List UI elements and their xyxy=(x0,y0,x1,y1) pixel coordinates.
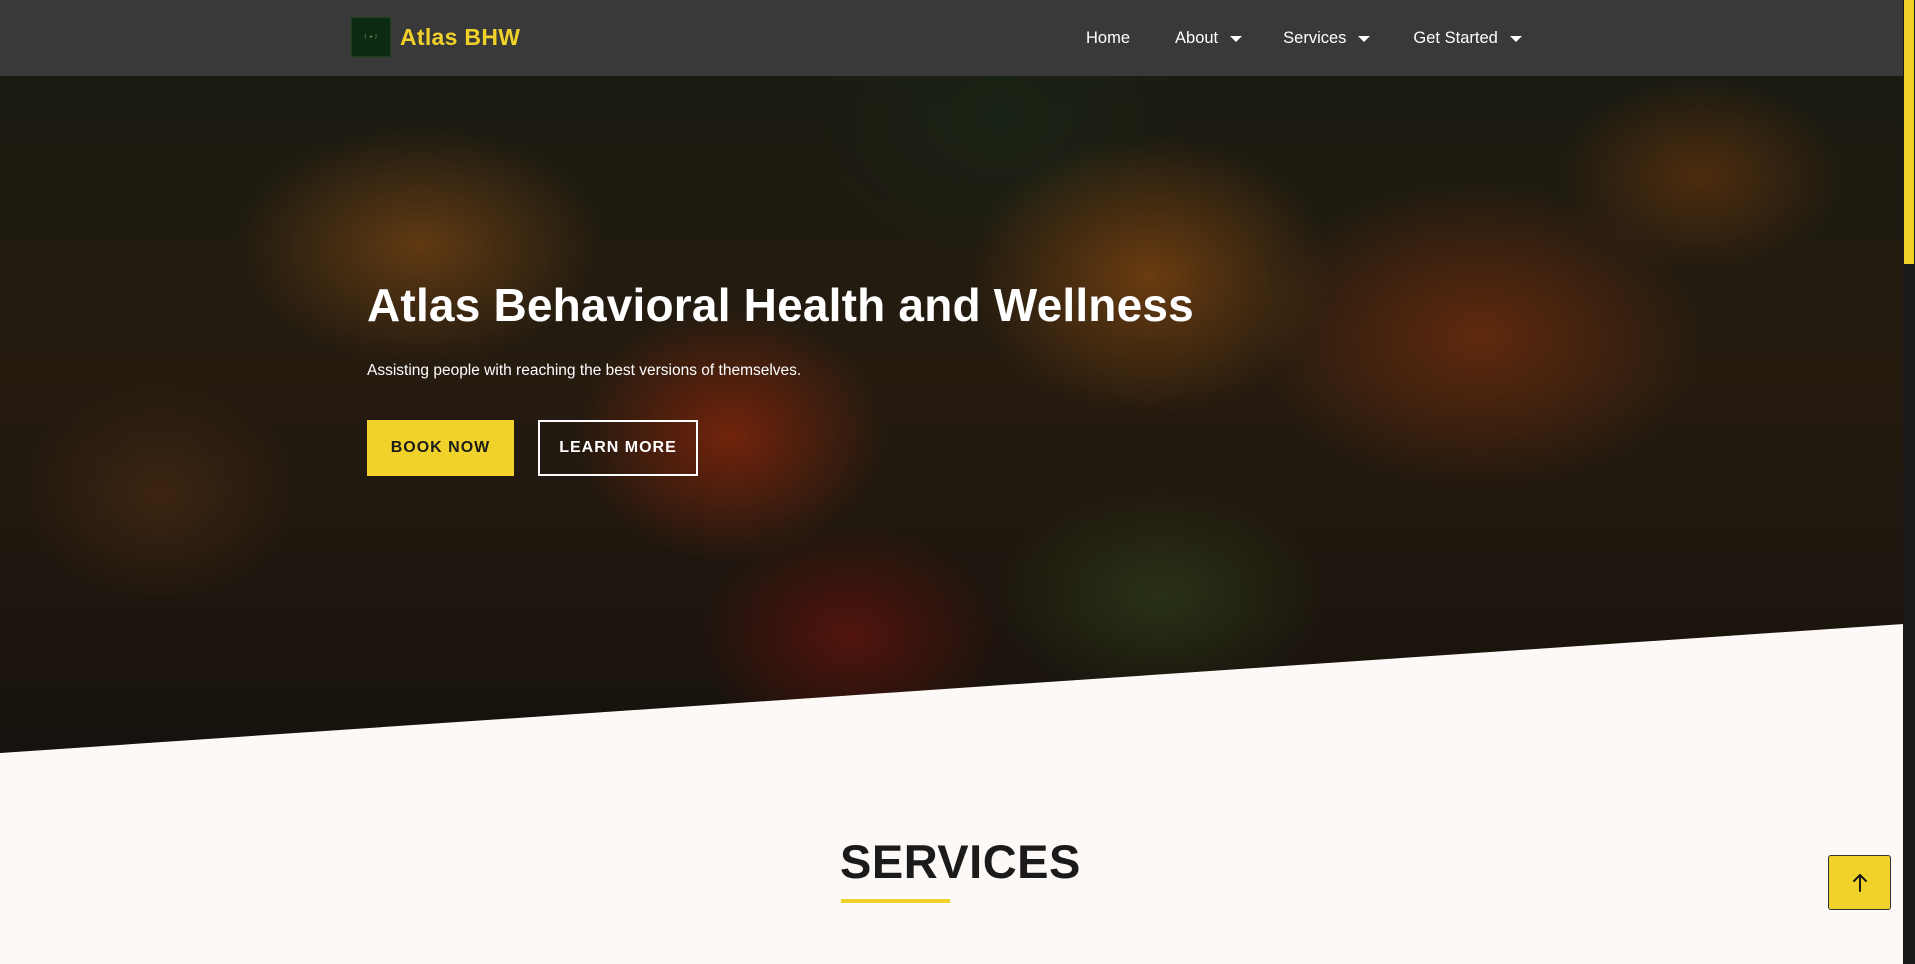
nav-item-get-started[interactable]: Get Started xyxy=(1413,28,1522,48)
scrollbar-thumb[interactable] xyxy=(1904,0,1914,264)
learn-more-button[interactable]: LEARN MORE xyxy=(538,419,698,476)
nav-item-label: Services xyxy=(1283,28,1347,47)
brand-logo: ᚨ • ᚨ xyxy=(351,17,391,57)
nav-item-about[interactable]: About xyxy=(1175,28,1243,48)
hero-subtitle: Assisting people with reaching the best … xyxy=(367,361,802,379)
caret-down-icon xyxy=(1358,36,1371,42)
nav-item-home[interactable]: Home xyxy=(1086,29,1130,48)
caret-down-icon xyxy=(1230,36,1243,42)
nav-item-label: Get Started xyxy=(1413,28,1498,47)
main-nav: Home About Services Get Started xyxy=(1086,0,1522,76)
nav-item-label: About xyxy=(1175,28,1219,47)
back-to-top-button[interactable] xyxy=(1828,855,1891,910)
arrow-up-icon xyxy=(1852,873,1867,892)
brand-name: Atlas BHW xyxy=(400,23,521,50)
hero-section: Atlas Behavioral Health and Wellness Ass… xyxy=(0,76,1903,753)
caret-down-icon xyxy=(1509,36,1522,42)
hero-title: Atlas Behavioral Health and Wellness xyxy=(367,279,1194,331)
services-heading: SERVICES xyxy=(840,835,1081,888)
page-scrollbar[interactable] xyxy=(1903,0,1915,964)
navbar: ᚨ • ᚨ Atlas BHW Home About Services Get … xyxy=(0,0,1903,76)
nav-item-services[interactable]: Services xyxy=(1283,28,1371,48)
hero-content: Atlas Behavioral Health and Wellness Ass… xyxy=(367,280,1194,476)
services-underline xyxy=(841,899,950,903)
book-now-button[interactable]: BOOK NOW xyxy=(367,419,514,476)
nav-item-label: Home xyxy=(1086,28,1131,47)
brand-link[interactable]: ᚨ • ᚨ Atlas BHW xyxy=(351,16,520,58)
hero-buttons: BOOK NOW LEARN MORE xyxy=(367,419,1194,476)
